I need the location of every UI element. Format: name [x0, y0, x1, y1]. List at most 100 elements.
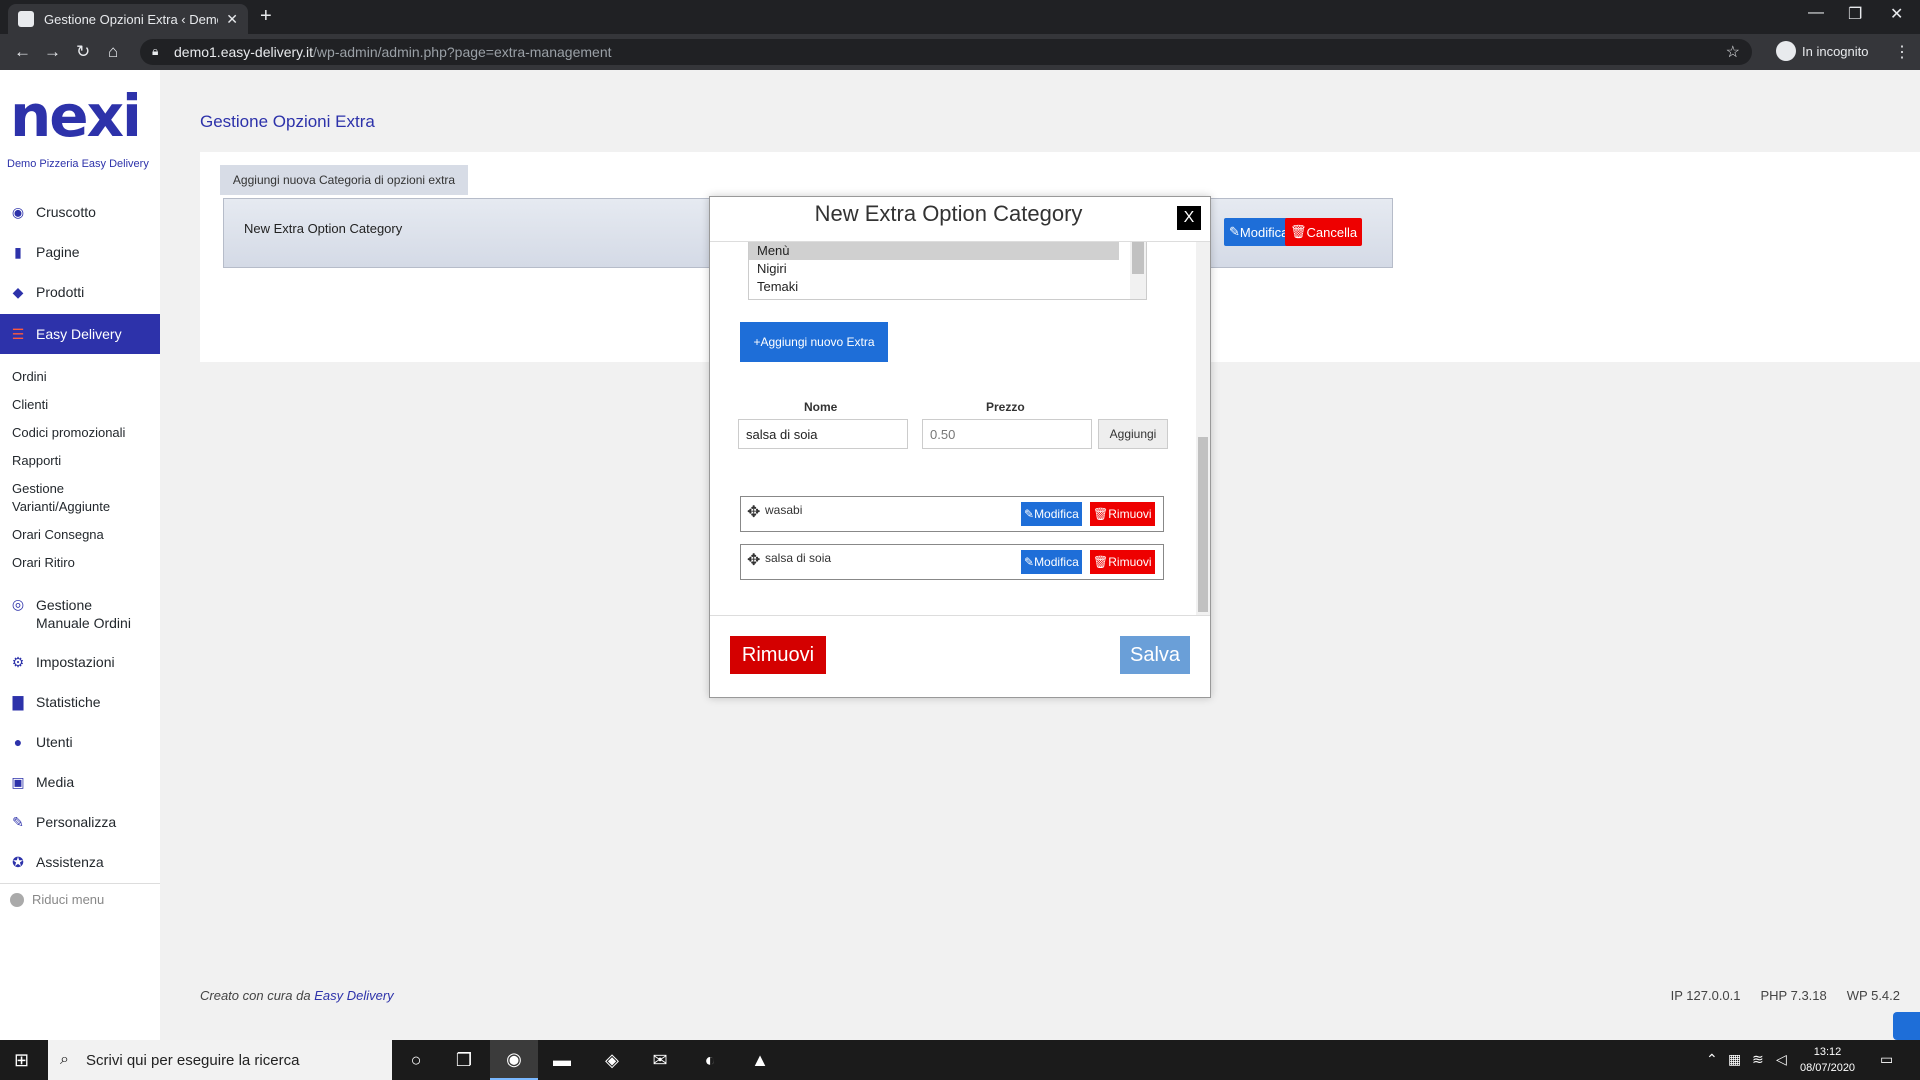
extra-edit-button[interactable]: ✎ Modifica	[1021, 550, 1082, 574]
mail-icon[interactable]: ✉	[636, 1040, 684, 1080]
submenu-clienti[interactable]: Clienti	[12, 396, 152, 414]
listbox-scrollbar[interactable]	[1130, 242, 1146, 299]
forward-icon[interactable]: →	[44, 42, 61, 62]
notification-icon[interactable]: ▭	[1880, 1051, 1893, 1068]
browser-tabbar: Gestione Opzioni Extra ‹ Demo P ✕ + — ❐ …	[0, 0, 1920, 34]
extra-item-row[interactable]: ✥ salsa di soia ✎ Modifica 🗑︎ Rimuovi	[740, 544, 1164, 580]
browser-menu-icon[interactable]: ⋮	[1894, 42, 1910, 62]
home-icon[interactable]: ⌂	[108, 42, 118, 62]
drag-handle-icon[interactable]: ✥	[747, 502, 760, 522]
clock-date: 08/07/2020	[1800, 1062, 1856, 1074]
credit-link[interactable]: Easy Delivery	[314, 988, 393, 1003]
new-tab-button[interactable]: +	[260, 5, 272, 28]
collapse-menu-button[interactable]: Riduci menu	[10, 892, 104, 907]
menu-item-media[interactable]: ▣ Media	[0, 764, 160, 800]
extra-name-input[interactable]: salsa di soia	[738, 419, 908, 449]
submenu-codici-promozionali[interactable]: Codici promozionali	[12, 424, 152, 442]
close-window-button[interactable]: ✕	[1890, 4, 1903, 24]
incognito-indicator[interactable]: In incognito	[1776, 41, 1869, 61]
price-column-label: Prezzo	[986, 400, 1025, 414]
favicon-icon	[18, 11, 34, 27]
drag-handle-icon[interactable]: ✥	[747, 550, 760, 570]
modal-scrollbar[interactable]	[1196, 242, 1210, 615]
menu-item-prodotti[interactable]: ◆ Prodotti	[0, 274, 160, 310]
file-explorer-icon[interactable]: ▬	[538, 1040, 586, 1080]
menu-item-pagine[interactable]: ▮ Pagine	[0, 234, 160, 270]
url-host: demo1.easy-delivery.it	[174, 44, 314, 60]
browser-tab[interactable]: Gestione Opzioni Extra ‹ Demo P ✕	[8, 4, 248, 34]
dashboard-icon: ◉	[11, 203, 25, 220]
browser-toolbar: ← → ↻ ⌂ 🔒︎ demo1.easy-delivery.it/wp-adm…	[0, 34, 1920, 70]
list-option[interactable]: Temaki	[749, 278, 1119, 296]
modal-title: New Extra Option Category	[814, 201, 1083, 226]
remove-category-button[interactable]: Rimuovi	[730, 636, 826, 674]
category-name: New Extra Option Category	[244, 221, 403, 236]
add-extra-button[interactable]: + Aggiungi nuovo Extra	[740, 322, 888, 362]
minimize-button[interactable]: —	[1808, 4, 1824, 22]
nexi-logo[interactable]: nexi	[10, 82, 142, 150]
tray-network-icon[interactable]: ▦	[1728, 1051, 1741, 1068]
remove-label: Rimuovi	[1108, 555, 1152, 569]
submenu-orari-consegna[interactable]: Orari Consegna	[12, 526, 152, 544]
taskbar-clock[interactable]: 13:12 08/07/2020	[1800, 1044, 1855, 1076]
menu-item-assistenza[interactable]: ✪ Assistenza	[0, 844, 160, 880]
extra-remove-button[interactable]: 🗑︎ Rimuovi	[1090, 502, 1155, 526]
menu-item-utenti[interactable]: ● Utenti	[0, 724, 160, 760]
menu-label: Gestione Manuale Ordini	[36, 597, 131, 631]
user-chat-button[interactable]	[1893, 1012, 1920, 1040]
modal-scroll-thumb[interactable]	[1198, 437, 1208, 612]
task-view-icon[interactable]: ❐	[440, 1040, 488, 1080]
submenu-orari-ritiro[interactable]: Orari Ritiro	[12, 554, 152, 572]
address-bar[interactable]: 🔒︎ demo1.easy-delivery.it/wp-admin/admin…	[140, 39, 1752, 65]
submenu-ordini[interactable]: Ordini	[12, 368, 152, 386]
submenu-gestione-varianti[interactable]: Gestione Varianti/Aggiunte	[12, 480, 152, 516]
list-option[interactable]: Menù	[749, 242, 1119, 260]
credit-prefix: Creato con cura da	[200, 988, 311, 1003]
site-name[interactable]: Demo Pizzeria Easy Delivery	[7, 158, 149, 170]
lifebuoy-icon: ✪	[12, 853, 24, 870]
ip-info: IP 127.0.0.1	[1670, 988, 1741, 1003]
tab-close-icon[interactable]: ✕	[226, 11, 238, 28]
extra-edit-button[interactable]: ✎ Modifica	[1021, 502, 1082, 526]
cortana-icon[interactable]: ○	[392, 1040, 440, 1080]
restore-button[interactable]: ❐	[1848, 4, 1862, 24]
outlook-icon[interactable]: ◐	[686, 1040, 734, 1080]
chrome-icon[interactable]: ◉	[490, 1040, 538, 1080]
pencil-icon: ✎	[1024, 507, 1035, 521]
windows-start-icon[interactable]: ⊞	[14, 1050, 29, 1071]
extra-item-row[interactable]: ✥ wasabi ✎ Modifica 🗑︎ Rimuovi	[740, 496, 1164, 532]
menu-item-impostazioni[interactable]: ⚙ Impostazioni	[0, 644, 160, 680]
burger-icon: ☰	[11, 325, 25, 342]
product-category-listbox[interactable]: Menù Nigiri Temaki	[748, 242, 1147, 300]
extra-remove-button[interactable]: 🗑︎ Rimuovi	[1090, 550, 1155, 574]
wp-version: WP 5.4.2	[1846, 988, 1900, 1003]
security-icon[interactable]: ◈	[588, 1040, 636, 1080]
modal-close-button[interactable]: X	[1177, 206, 1201, 230]
menu-item-personalizza[interactable]: ✎ Personalizza	[0, 804, 160, 840]
menu-item-cruscotto[interactable]: ◉ Cruscotto	[0, 194, 160, 230]
pages-icon: ▮	[14, 243, 22, 260]
menu-label: Impostazioni	[36, 654, 115, 670]
reload-icon[interactable]: ↻	[76, 42, 90, 62]
list-option[interactable]: Nigiri	[749, 260, 1119, 278]
menu-item-easy-delivery[interactable]: ☰ Easy Delivery	[0, 314, 160, 354]
submenu-rapporti[interactable]: Rapporti	[12, 452, 152, 470]
photos-icon[interactable]: ▲	[736, 1040, 784, 1080]
category-delete-button[interactable]: 🗑︎ Cancella	[1285, 218, 1363, 246]
edit-label: Modifica	[1034, 507, 1079, 521]
category-edit-button[interactable]: ✎ Modifica	[1224, 218, 1294, 246]
tray-volume-icon[interactable]: ◁	[1776, 1051, 1787, 1068]
bookmark-star-icon[interactable]: ☆	[1726, 42, 1740, 62]
menu-item-statistiche[interactable]: ▇ Statistiche	[0, 684, 160, 720]
menu-label: Statistiche	[36, 694, 101, 710]
taskbar-search[interactable]: ⌕ Scrivi qui per eseguire la ricerca	[48, 1040, 392, 1080]
listbox-scroll-thumb[interactable]	[1132, 242, 1144, 274]
add-extra-item-button[interactable]: Aggiungi	[1098, 419, 1168, 449]
save-button[interactable]: Salva	[1120, 636, 1190, 674]
extra-price-input[interactable]: 0.50	[922, 419, 1092, 449]
tab-add-category[interactable]: Aggiungi nuova Categoria di opzioni extr…	[220, 165, 468, 195]
tray-wifi-icon[interactable]: ≋	[1752, 1051, 1764, 1068]
tray-chevron-icon[interactable]: ⌃	[1706, 1051, 1718, 1068]
menu-item-gestione-manuale-ordini[interactable]: ◎ Gestione Manuale Ordini	[0, 592, 160, 636]
back-icon[interactable]: ←	[14, 42, 31, 62]
